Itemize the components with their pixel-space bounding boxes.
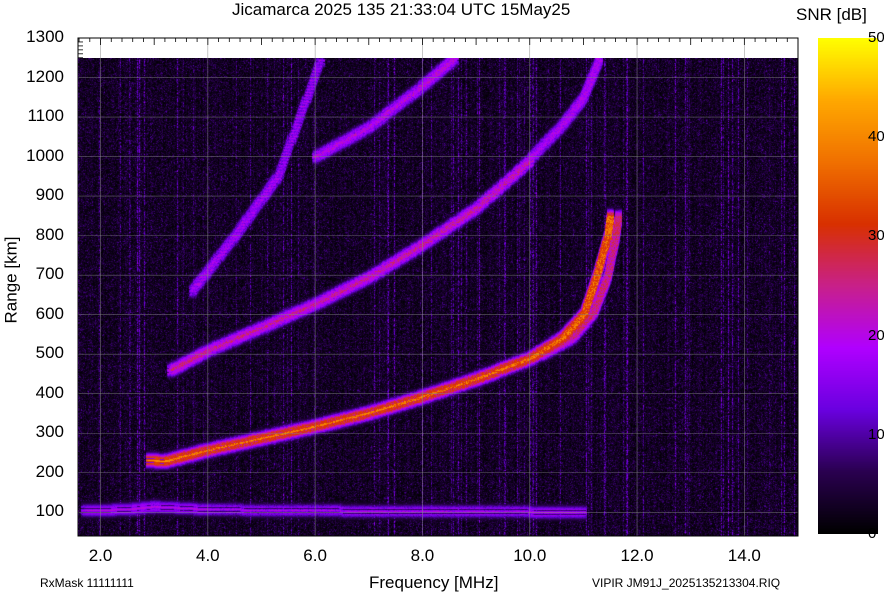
y-tick-label: 600: [35, 303, 64, 323]
x-tick-label: 8.0: [410, 546, 435, 565]
y-tick-label: 800: [35, 224, 64, 244]
colorbar-tick-label: 0: [868, 525, 877, 542]
plot-overlay: [77, 37, 799, 537]
x-tick-label: 10.0: [513, 546, 547, 565]
y-tick-label: 200: [35, 461, 64, 481]
colorbar-tick-label: 10: [868, 425, 884, 443]
ionogram: Jicamarca 2025 135 21:33:04 UTC 15May25 …: [0, 0, 884, 595]
x-tick-label: 4.0: [196, 546, 220, 565]
y-tick-label: 1200: [26, 66, 64, 86]
plot-frame: [77, 37, 799, 537]
colorbar-tick-label: 20: [868, 326, 884, 344]
y-tick-label: 500: [35, 343, 64, 363]
colorbar-tick-label: 50: [868, 29, 884, 46]
colorbar-tick-label: 40: [868, 128, 884, 146]
y-tick-label: 1100: [27, 106, 64, 126]
x-tick-label: 12.0: [620, 546, 654, 565]
x-tick-label: 2.0: [88, 546, 113, 565]
y-tick-label: 400: [35, 382, 64, 402]
y-tick-label: 100: [35, 501, 64, 521]
y-tick-label: 700: [35, 264, 64, 284]
y-tick-label: 300: [35, 422, 64, 442]
y-tick-label: 1000: [26, 145, 64, 165]
x-tick-label: 14.0: [727, 546, 761, 565]
y-tick-label: 1300: [26, 27, 64, 46]
y-tick-label: 900: [35, 185, 64, 205]
x-tick-label: 6.0: [303, 546, 327, 565]
colorbar-tick-label: 30: [868, 227, 884, 245]
